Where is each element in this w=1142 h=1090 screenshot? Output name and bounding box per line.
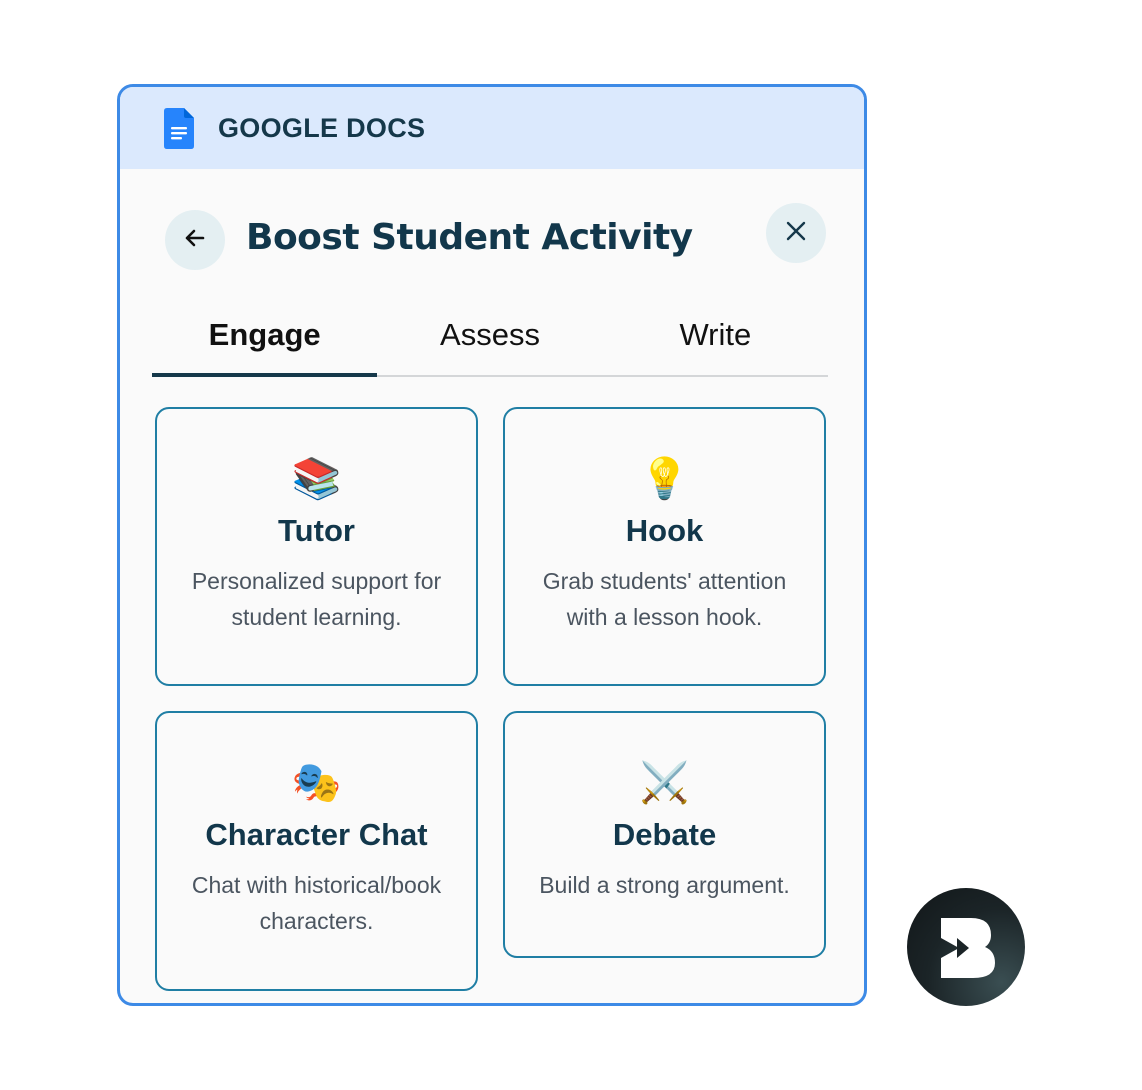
- lightbulb-icon: 💡: [639, 457, 690, 501]
- tab-assess[interactable]: Assess: [377, 299, 602, 375]
- tab-bar: Engage Assess Write: [152, 299, 828, 377]
- card-hook[interactable]: 💡 Hook Grab students' attention with a l…: [503, 407, 826, 686]
- theater-masks-icon: 🎭: [291, 761, 342, 805]
- app-title: GOOGLE DOCS: [218, 112, 426, 143]
- app-header: GOOGLE DOCS: [120, 87, 864, 169]
- card-title: Hook: [625, 513, 704, 548]
- tab-write[interactable]: Write: [603, 299, 828, 375]
- card-tutor[interactable]: 📚 Tutor Personalized support for student…: [155, 407, 478, 686]
- close-button[interactable]: [766, 203, 826, 263]
- card-description: Build a strong argument.: [539, 872, 790, 898]
- card-character-chat[interactable]: 🎭 Character Chat Chat with historical/bo…: [155, 711, 478, 991]
- google-docs-icon: [164, 107, 194, 149]
- crossed-swords-icon: ⚔️: [639, 761, 690, 805]
- card-description: Personalized support for student learnin…: [191, 568, 442, 630]
- tab-engage[interactable]: Engage: [152, 299, 378, 377]
- title-row: Boost Student Activity: [165, 203, 826, 271]
- card-title: Character Chat: [205, 817, 428, 852]
- card-title: Debate: [612, 817, 717, 852]
- card-description: Chat with historical/book characters.: [191, 872, 442, 934]
- back-button[interactable]: [165, 210, 225, 270]
- books-icon: 📚: [291, 457, 342, 501]
- close-icon: [784, 219, 808, 248]
- card-description: Grab students' attention with a lesson h…: [542, 568, 787, 630]
- arrow-left-icon: [182, 225, 208, 256]
- card-debate[interactable]: ⚔️ Debate Build a strong argument.: [503, 711, 826, 958]
- page-title: Boost Student Activity: [246, 217, 693, 258]
- card-title: Tutor: [278, 513, 355, 548]
- brand-b-logo-icon: [907, 888, 1025, 1006]
- extension-panel: GOOGLE DOCS Boost Student Activity Engag…: [117, 84, 867, 1006]
